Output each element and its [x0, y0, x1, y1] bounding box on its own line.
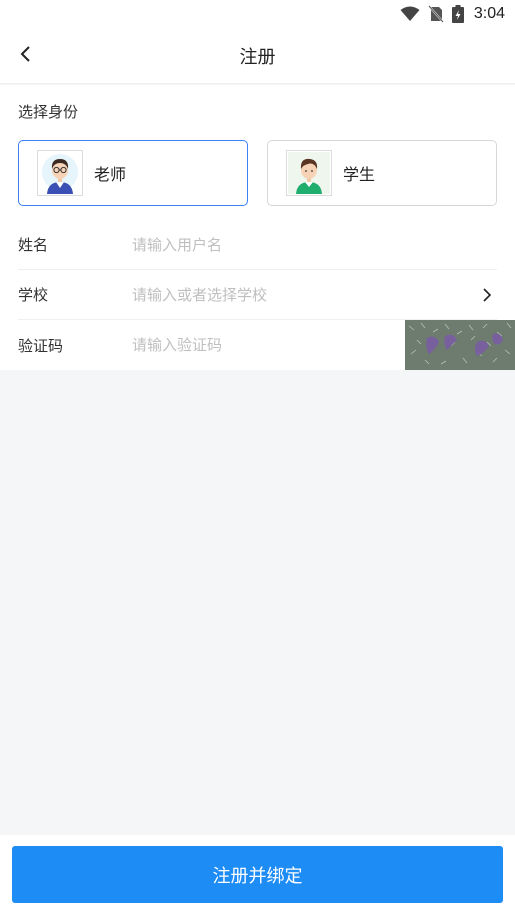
status-time: 3:04 — [473, 5, 505, 22]
status-bar: 3:04 — [0, 0, 515, 28]
page-title: 注册 — [239, 46, 276, 68]
school-label: 学校 — [18, 286, 49, 304]
student-avatar-icon — [286, 150, 332, 196]
captcha-image[interactable] — [405, 320, 515, 370]
battery-charging-icon — [451, 5, 464, 23]
role-option-student[interactable]: 学生 — [267, 140, 497, 206]
bottom-bar: 注册并绑定 — [0, 835, 515, 915]
role-option-teacher[interactable]: 老师 — [18, 140, 248, 206]
captcha-input[interactable] — [132, 325, 405, 365]
name-input[interactable] — [132, 224, 497, 265]
wifi-icon — [400, 6, 420, 22]
captcha-row: 验证码 — [18, 320, 515, 370]
chevron-left-icon — [19, 45, 33, 67]
captcha-label: 验证码 — [18, 336, 64, 355]
role-label-student: 学生 — [343, 165, 376, 184]
role-label-teacher: 老师 — [94, 165, 127, 184]
no-sim-icon — [428, 5, 444, 23]
register-and-bind-button[interactable]: 注册并绑定 — [12, 846, 503, 903]
identity-section-label: 选择身份 — [18, 103, 79, 121]
name-label: 姓名 — [18, 236, 49, 254]
school-row[interactable]: 学校 — [18, 270, 497, 320]
school-input[interactable] — [132, 274, 477, 315]
name-row: 姓名 — [18, 220, 497, 270]
registration-form: 选择身份 老师 学生 姓名 请输入用户名 学校 请输入或者选择学校 验证码 请输… — [0, 85, 515, 370]
teacher-avatar-icon — [37, 150, 83, 196]
header: 注册 — [0, 28, 515, 84]
chevron-right-icon[interactable] — [477, 285, 497, 305]
back-button[interactable] — [12, 42, 40, 70]
